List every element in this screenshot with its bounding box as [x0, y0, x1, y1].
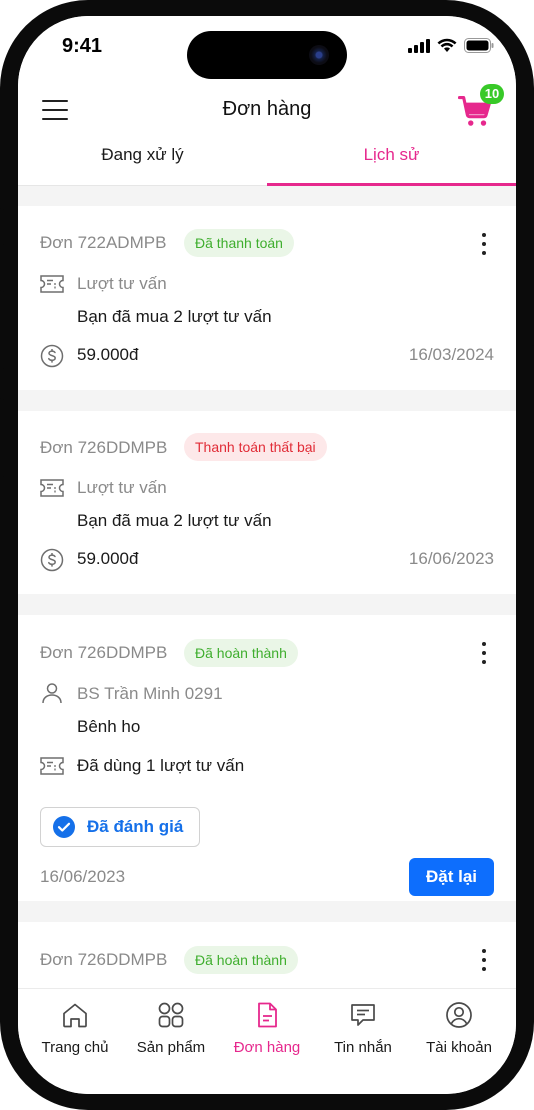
nav-label: Trang chủ — [41, 1039, 109, 1056]
order-id: Đơn 726DDMPB — [40, 643, 168, 662]
volume-up-button — [0, 290, 4, 370]
signal-icon — [408, 38, 430, 53]
ticket-icon — [40, 479, 64, 497]
order-date: 16/06/2023 — [40, 867, 126, 886]
camera-icon — [309, 45, 329, 65]
status-icons — [408, 38, 494, 53]
order-id: Đơn 722ADMPB — [40, 233, 167, 252]
document-icon — [258, 1002, 277, 1028]
nav-label: Đơn hàng — [233, 1039, 301, 1056]
tab-history[interactable]: Lịch sử — [267, 142, 516, 186]
status-time: 9:41 — [62, 35, 103, 57]
order-card[interactable]: Đơn 726DDMPB Đã hoàn thành BS Trần Minh … — [18, 615, 516, 901]
bottom-nav: Trang chủ Sản phẩm Đơn hàng Tin nhắn Tài… — [18, 988, 516, 1094]
order-date: 16/06/2023 — [408, 549, 494, 568]
order-date: 16/03/2024 — [408, 345, 494, 364]
reorder-button[interactable]: Đặt lại — [409, 858, 494, 896]
status-badge: Đã hoàn thành — [184, 639, 298, 667]
order-amount: 59.000đ — [77, 549, 139, 568]
ticket-icon — [40, 757, 64, 775]
order-id: Đơn 726DDMPB — [40, 950, 168, 969]
nav-label: Tài khoản — [426, 1039, 492, 1056]
order-amount: 59.000đ — [77, 345, 139, 364]
account-icon — [446, 1002, 472, 1028]
rated-label: Đã đánh giá — [87, 817, 184, 836]
order-card[interactable]: Đơn 726DDMPB Đã hoàn thành — [18, 922, 516, 988]
grid-icon — [158, 1002, 184, 1028]
screen: 9:41 Đơn hàng 10 Đang xử lý Lịch sử Đơn … — [18, 16, 516, 1094]
order-card[interactable]: Đơn 726DDMPB Thanh toán thất bại Lượt tư… — [18, 411, 516, 594]
order-type: Lượt tư vấn — [77, 274, 167, 293]
order-type: Lượt tư vấn — [77, 478, 167, 497]
dollar-icon — [40, 548, 64, 572]
rated-button[interactable]: Đã đánh giá — [40, 807, 200, 847]
tab-indicator — [267, 183, 516, 186]
status-badge: Thanh toán thất bại — [184, 433, 327, 461]
nav-home[interactable]: Trang chủ — [25, 989, 125, 1069]
nav-messages[interactable]: Tin nhắn — [313, 989, 413, 1069]
status-badge: Đã thanh toán — [184, 229, 294, 257]
volume-down-button — [0, 398, 4, 478]
battery-icon — [464, 38, 494, 53]
order-description: Bạn đã mua 2 lượt tư vấn — [77, 511, 272, 530]
consult-reason: Bênh ho — [77, 717, 141, 736]
ticket-icon — [40, 275, 64, 293]
home-icon — [63, 1003, 87, 1028]
action-button — [0, 208, 4, 246]
cart-count-badge: 10 — [480, 84, 504, 104]
tab-processing[interactable]: Đang xử lý — [18, 142, 267, 186]
doctor-name: BS Trần Minh 0291 — [77, 684, 223, 703]
wifi-icon — [437, 38, 457, 52]
order-id: Đơn 726DDMPB — [40, 438, 168, 457]
order-card[interactable]: Đơn 722ADMPB Đã thanh toán Lượt tư vấn B… — [18, 206, 516, 390]
status-badge: Đã hoàn thành — [184, 946, 298, 974]
more-options-icon[interactable] — [480, 948, 488, 972]
check-circle-icon — [53, 816, 75, 838]
nav-label: Sản phẩm — [136, 1039, 206, 1056]
order-description: Bạn đã mua 2 lượt tư vấn — [77, 307, 272, 326]
more-options-icon[interactable] — [480, 641, 488, 665]
page-title: Đơn hàng — [222, 98, 312, 120]
nav-orders[interactable]: Đơn hàng — [217, 989, 317, 1069]
cart-button[interactable]: 10 — [457, 84, 504, 130]
chat-icon — [351, 1004, 375, 1026]
power-button — [530, 345, 534, 473]
order-tabs: Đang xử lý Lịch sử — [18, 142, 516, 186]
more-options-icon[interactable] — [480, 232, 488, 256]
nav-account[interactable]: Tài khoản — [409, 989, 509, 1069]
dynamic-island — [187, 31, 347, 79]
dollar-icon — [40, 344, 64, 368]
nav-products[interactable]: Sản phẩm — [121, 989, 221, 1069]
usage-text: Đã dùng 1 lượt tư vấn — [77, 756, 245, 775]
app-header: Đơn hàng 10 — [18, 78, 516, 142]
user-icon — [42, 683, 62, 704]
nav-label: Tin nhắn — [334, 1039, 392, 1056]
